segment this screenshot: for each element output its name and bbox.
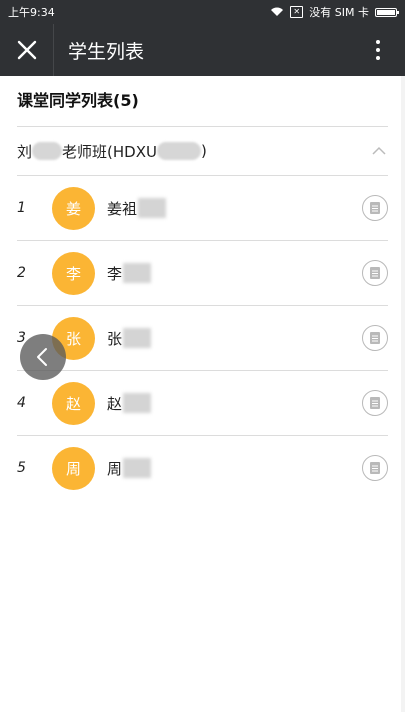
redacted-mask xyxy=(123,393,152,413)
status-icons: ✕ 没有 SIM 卡 xyxy=(270,4,399,20)
student-name: 赵 xyxy=(107,393,362,414)
scroll-edge xyxy=(401,76,405,712)
app-header: 学生列表 xyxy=(0,24,405,76)
redacted-mask xyxy=(123,263,152,283)
more-dot-icon xyxy=(376,48,380,52)
floating-back-button[interactable] xyxy=(20,334,66,380)
carrier-text: 没有 SIM 卡 xyxy=(309,6,369,19)
report-icon[interactable] xyxy=(362,325,388,351)
student-row[interactable]: 3 张 张 xyxy=(17,306,388,371)
battery-icon xyxy=(375,7,399,17)
page-title: 学生列表 xyxy=(68,40,145,63)
status-time: 上午9:34 xyxy=(8,6,55,19)
more-options-button[interactable] xyxy=(363,24,393,76)
avatar: 李 xyxy=(52,251,95,295)
student-name: 李 xyxy=(107,263,362,284)
student-name-text: 姜袓 xyxy=(107,199,138,218)
class-name-prefix: 刘 xyxy=(17,142,33,161)
student-index: 1 xyxy=(17,200,26,216)
student-name-text: 张 xyxy=(107,329,123,348)
report-icon[interactable] xyxy=(362,260,388,286)
avatar: 赵 xyxy=(52,381,95,425)
wifi-icon xyxy=(270,7,284,17)
redacted-mask xyxy=(123,458,152,478)
class-name: 刘 老师班(HDXU ) xyxy=(17,141,207,162)
redacted-mask xyxy=(123,328,152,348)
student-name-text: 赵 xyxy=(107,394,123,413)
section-title: 课堂同学列表(5) xyxy=(17,76,388,127)
student-name: 张 xyxy=(107,328,362,349)
main-content: 课堂同学列表(5) 刘 老师班(HDXU ) 1 姜 姜袓 2 李 李 3 张 … xyxy=(0,76,405,500)
student-list: 1 姜 姜袓 2 李 李 3 张 张 4 赵 赵 5 周 周 xyxy=(17,176,388,500)
redacted-mask xyxy=(156,142,201,160)
class-name-suffix: ) xyxy=(200,142,207,160)
chevron-up-icon[interactable] xyxy=(370,142,388,160)
avatar: 姜 xyxy=(52,186,95,230)
report-icon[interactable] xyxy=(362,390,388,416)
class-name-middle: 老师班(HDXU xyxy=(62,142,157,161)
student-name-text: 周 xyxy=(107,459,123,478)
chevron-left-icon xyxy=(37,348,47,366)
more-dot-icon xyxy=(376,40,380,44)
student-name: 周 xyxy=(107,458,362,479)
student-name: 姜袓 xyxy=(107,198,362,219)
student-name-text: 李 xyxy=(107,264,123,283)
student-index: 5 xyxy=(17,460,26,476)
student-index: 4 xyxy=(17,395,26,411)
student-row[interactable]: 1 姜 姜袓 xyxy=(17,176,388,241)
student-row[interactable]: 4 赵 赵 xyxy=(17,371,388,436)
report-icon[interactable] xyxy=(362,195,388,221)
more-dot-icon xyxy=(376,56,380,60)
no-sim-icon: ✕ xyxy=(290,6,304,18)
avatar: 周 xyxy=(52,446,95,490)
close-button[interactable] xyxy=(0,24,54,76)
report-icon[interactable] xyxy=(362,455,388,481)
student-row[interactable]: 5 周 周 xyxy=(17,436,388,500)
redacted-mask xyxy=(32,142,63,160)
class-row[interactable]: 刘 老师班(HDXU ) xyxy=(17,127,388,176)
status-bar: 上午9:34 ✕ 没有 SIM 卡 xyxy=(0,0,405,24)
close-icon xyxy=(17,40,36,60)
student-index: 2 xyxy=(17,265,26,281)
redacted-mask xyxy=(138,198,167,218)
student-row[interactable]: 2 李 李 xyxy=(17,241,388,306)
